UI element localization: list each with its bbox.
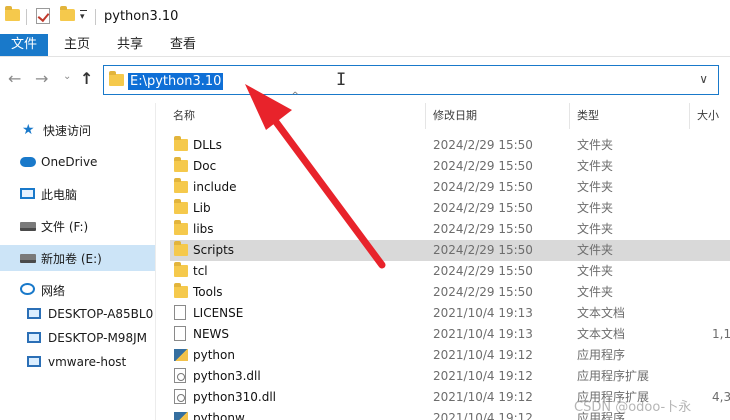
properties-icon[interactable]	[36, 8, 50, 24]
forward-arrow-icon[interactable]: →	[35, 69, 48, 88]
sidebar-item-network[interactable]: 网络	[0, 277, 155, 303]
file-row[interactable]: Doc 2024/2/29 15:50 文件夹	[170, 156, 730, 177]
window-title: python3.10	[104, 9, 179, 24]
monitor-icon	[27, 331, 43, 345]
file-row-selected[interactable]: Scripts 2024/2/29 15:50 文件夹	[170, 240, 730, 261]
sidebar-item-label: 快速访问	[43, 123, 92, 138]
computer-icon	[20, 187, 36, 201]
drive-icon	[20, 219, 36, 233]
column-divider[interactable]	[425, 103, 426, 129]
folder-icon	[5, 6, 20, 21]
sidebar-item-drive-e[interactable]: 新加卷 (E:)	[0, 245, 155, 271]
sidebar-item-label: OneDrive	[41, 155, 98, 169]
text-cursor-icon: I	[336, 70, 347, 90]
sidebar-item-desktop-a85bl0[interactable]: DESKTOP-A85BL0	[0, 301, 155, 327]
recent-locations-chevron-icon[interactable]: ⌄	[63, 71, 71, 82]
python-icon	[174, 412, 188, 420]
file-row[interactable]: tcl 2024/2/29 15:50 文件夹	[170, 261, 730, 282]
sidebar-item-desktop-m98jm[interactable]: DESKTOP-M98JM	[0, 325, 155, 351]
file-row[interactable]: python3.dll 2021/10/4 19:12 应用程序扩展	[170, 366, 730, 387]
tab-share[interactable]: 共享	[110, 34, 150, 56]
sort-ascending-icon: ^	[291, 91, 300, 102]
folder-icon	[174, 136, 188, 151]
tab-view[interactable]: 查看	[163, 34, 203, 56]
folder-icon	[174, 178, 188, 193]
column-header-size[interactable]: 大小	[697, 103, 719, 129]
folder-icon	[174, 157, 188, 172]
sidebar-item-this-pc[interactable]: 此电脑	[0, 181, 155, 207]
tab-file[interactable]: 文件	[0, 34, 48, 56]
file-row[interactable]: Lib 2024/2/29 15:50 文件夹	[170, 198, 730, 219]
folder-icon	[174, 241, 188, 256]
separator	[26, 9, 27, 25]
monitor-icon	[27, 307, 43, 321]
file-row[interactable]: libs 2024/2/29 15:50 文件夹	[170, 219, 730, 240]
file-row[interactable]: NEWS 2021/10/4 19:13 文本文档 1,1	[170, 324, 730, 345]
column-header-date[interactable]: 修改日期	[433, 103, 477, 129]
file-row[interactable]: python 2021/10/4 19:12 应用程序	[170, 345, 730, 366]
column-divider[interactable]	[569, 103, 570, 129]
up-arrow-icon[interactable]: ↑	[80, 69, 93, 88]
file-row[interactable]: DLLs 2024/2/29 15:50 文件夹	[170, 135, 730, 156]
folder-icon	[109, 71, 124, 86]
chevron-down-icon[interactable]: ∨	[699, 72, 708, 86]
python-icon	[174, 349, 188, 361]
address-bar[interactable]: E:\python3.10 I ∨	[103, 65, 719, 95]
sidebar-item-onedrive[interactable]: OneDrive	[0, 149, 155, 175]
column-header-type[interactable]: 类型	[577, 103, 599, 129]
ribbon-tabs: 文件 主页 共享 查看	[0, 34, 730, 57]
folder-icon	[174, 220, 188, 235]
network-icon	[20, 283, 36, 297]
address-path[interactable]: E:\python3.10	[128, 73, 224, 90]
tab-home[interactable]: 主页	[57, 34, 97, 56]
separator	[95, 9, 96, 25]
document-icon	[174, 305, 186, 320]
column-header-name[interactable]: 名称	[173, 103, 195, 129]
customize-quick-access-icon[interactable]: ▾	[80, 10, 87, 22]
title-bar: ▾ python3.10	[0, 0, 730, 34]
folder-icon	[174, 283, 188, 298]
sidebar-item-vmware-host[interactable]: vmware-host	[0, 349, 155, 375]
sidebar-item-label: 文件 (F:)	[41, 219, 89, 234]
document-icon	[174, 326, 186, 341]
drive-icon	[20, 251, 36, 265]
sidebar-item-label: 新加卷 (E:)	[41, 251, 102, 266]
cloud-icon	[20, 155, 36, 169]
folder-icon	[174, 199, 188, 214]
sidebar-item-label: DESKTOP-A85BL0	[48, 307, 154, 321]
sidebar-item-label: 此电脑	[41, 187, 78, 202]
sidebar-item-label: vmware-host	[48, 355, 127, 369]
sidebar-item-label: DESKTOP-M98JM	[48, 331, 147, 345]
back-arrow-icon[interactable]: ←	[8, 69, 21, 88]
navigation-bar: ← → ⌄ ↑ E:\python3.10 I ∨	[0, 57, 730, 103]
new-folder-icon[interactable]	[60, 6, 75, 21]
column-divider[interactable]	[689, 103, 690, 129]
folder-icon	[174, 262, 188, 277]
dll-icon	[174, 389, 186, 404]
monitor-icon	[27, 355, 43, 369]
sidebar-item-label: 网络	[41, 283, 66, 298]
watermark: CSDN @odoo-卜永	[574, 400, 692, 415]
file-row[interactable]: include 2024/2/29 15:50 文件夹	[170, 177, 730, 198]
dll-icon	[174, 368, 186, 383]
navigation-pane: ★ 快速访问 OneDrive 此电脑 文件 (F:) 新加卷 (E:) 网络 …	[0, 103, 156, 420]
sidebar-item-drive-f[interactable]: 文件 (F:)	[0, 213, 155, 239]
sidebar-item-quick-access[interactable]: ★ 快速访问	[0, 117, 155, 143]
file-row[interactable]: Tools 2024/2/29 15:50 文件夹	[170, 282, 730, 303]
star-icon: ★	[22, 122, 35, 138]
file-row[interactable]: LICENSE 2021/10/4 19:13 文本文档	[170, 303, 730, 324]
